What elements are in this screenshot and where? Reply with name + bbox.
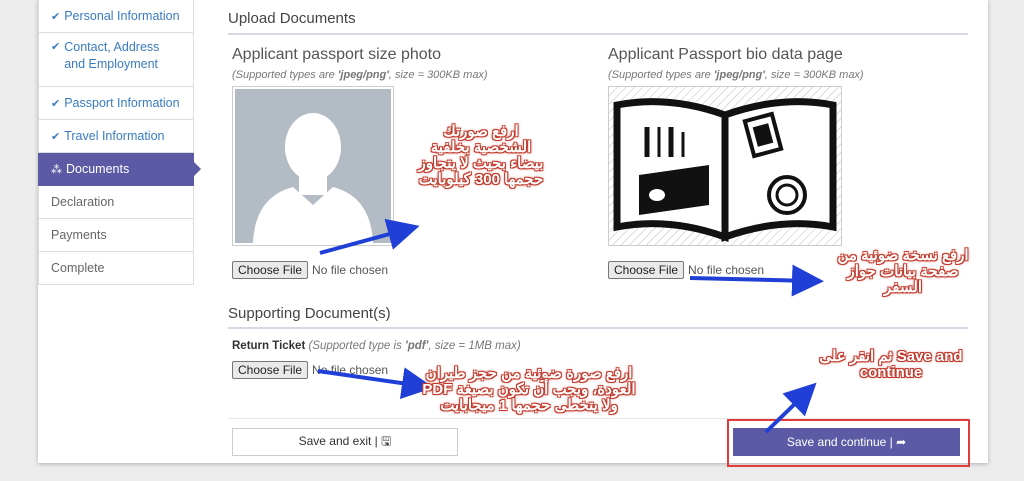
photo-preview xyxy=(232,86,394,246)
sidebar-nav: ✔ Personal Information ✔ Contact, Address … xyxy=(38,0,201,285)
sidebar-item-declaration[interactable]: Declaration xyxy=(38,186,194,219)
sidebar-item-passport-information[interactable]: ✔ Passport Information xyxy=(38,87,194,120)
check-icon: ✔ xyxy=(51,97,61,110)
ticket-file-status: No file chosen xyxy=(312,363,389,377)
ticket-label-row: Return Ticket (Supported type is 'pdf', … xyxy=(232,340,521,352)
photo-label: Applicant passport size photo xyxy=(232,46,442,63)
ticket-annotation: ارفع صورة ضوئية من حجز طيران العودة، ويج… xyxy=(422,365,636,414)
photo-file-input[interactable]: Choose File No file chosen xyxy=(232,261,388,279)
section-divider xyxy=(228,33,968,35)
photo-file-status: No file chosen xyxy=(312,263,389,277)
passport-book-icon xyxy=(609,87,841,245)
ticket-choose-file-button[interactable]: Choose File xyxy=(232,361,309,379)
ticket-file-input[interactable]: Choose File No file chosen xyxy=(232,361,388,379)
save-and-exit-button[interactable]: Save and exit | 🖫 xyxy=(232,428,458,456)
bio-file-status: No file chosen xyxy=(688,263,765,277)
sidebar-item-contact-address[interactable]: ✔ Contact, Address and Employment xyxy=(38,33,194,87)
bio-hint: (Supported types are 'jpeg/png', size = … xyxy=(608,69,864,81)
save-annotation: Save and ثم انقر على continue xyxy=(819,348,963,381)
spinner-icon: ⁂ xyxy=(51,163,62,176)
photo-choose-file-button[interactable]: Choose File xyxy=(232,261,309,279)
sidebar-item-payments[interactable]: Payments xyxy=(38,219,194,252)
sidebar-item-complete[interactable]: Complete xyxy=(38,252,194,285)
upload-documents-title: Upload Documents xyxy=(228,10,356,27)
check-icon: ✔ xyxy=(51,41,61,53)
photo-annotation: ارفع صورتك الشخصية بخلفية بيضاء بحيث لا … xyxy=(418,123,544,188)
check-icon: ✔ xyxy=(51,130,61,143)
section-divider xyxy=(228,327,968,329)
sidebar-item-documents[interactable]: ⁂ Documents xyxy=(38,153,201,186)
sidebar-item-travel-information[interactable]: ✔ Travel Information xyxy=(38,120,194,153)
photo-hint: (Supported types are 'jpeg/png', size = … xyxy=(232,69,488,81)
bio-label: Applicant Passport bio data page xyxy=(608,46,843,63)
bio-file-input[interactable]: Choose File No file chosen xyxy=(608,261,764,279)
ticket-label: Return Ticket xyxy=(232,340,306,352)
bio-annotation: ارفع نسخة ضوئية من صفحة بيانات جواز السف… xyxy=(837,247,969,296)
save-and-continue-button[interactable]: Save and continue | ➦ xyxy=(733,428,960,456)
supporting-documents-title: Supporting Document(s) xyxy=(228,305,391,322)
bio-preview xyxy=(608,86,842,246)
bio-choose-file-button[interactable]: Choose File xyxy=(608,261,685,279)
avatar-placeholder-icon xyxy=(235,89,391,243)
check-icon: ✔ xyxy=(51,10,61,23)
sidebar-item-personal-information[interactable]: ✔ Personal Information xyxy=(38,0,194,33)
